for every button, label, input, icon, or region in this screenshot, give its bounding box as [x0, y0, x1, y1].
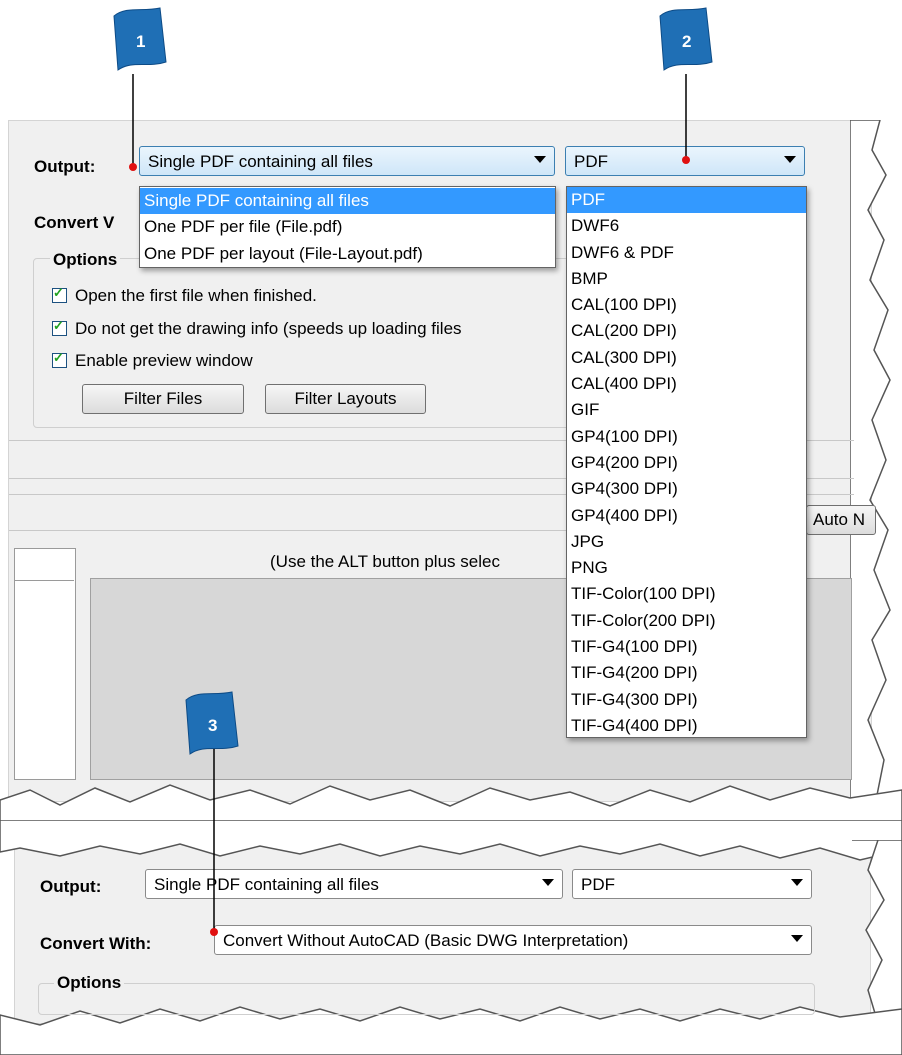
marker-dot [682, 156, 690, 164]
marker-dot [210, 928, 218, 936]
callout-2-number: 2 [682, 32, 692, 51]
callout-lines [129, 74, 690, 936]
callout-3-number: 3 [208, 716, 218, 735]
marker-dot [129, 163, 137, 171]
callout-1-number: 1 [136, 32, 146, 51]
